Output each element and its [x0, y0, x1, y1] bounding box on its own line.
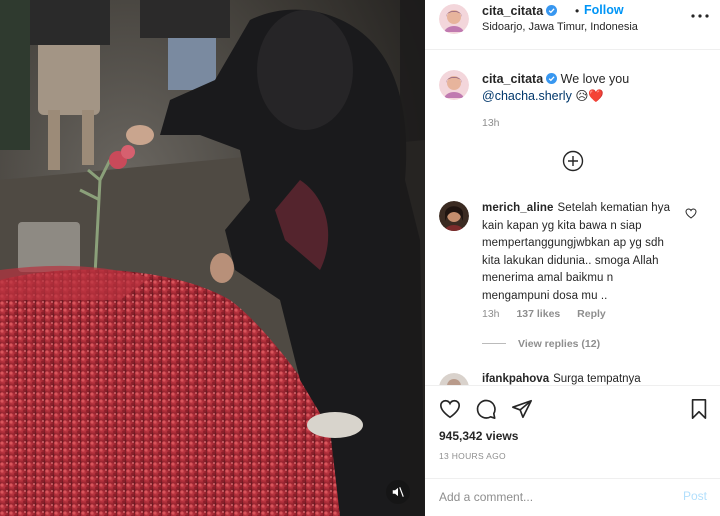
- caption-username[interactable]: cita_citata: [482, 72, 543, 86]
- share-icon[interactable]: [511, 398, 533, 420]
- post-header: cita_citata • Follow Sidoarjo, Jawa Timu…: [425, 0, 720, 50]
- caption-emoji: 😥❤️: [575, 89, 604, 103]
- location-link[interactable]: Sidoarjo, Jawa Timur, Indonesia: [482, 21, 638, 33]
- add-comment-input[interactable]: [439, 485, 664, 509]
- post-comment-button[interactable]: Post: [683, 489, 707, 503]
- caption-mention[interactable]: @chacha.sherly: [482, 89, 572, 103]
- post-username[interactable]: cita_citata: [482, 4, 543, 18]
- separator-dot: •: [575, 4, 580, 18]
- avatar[interactable]: [439, 70, 469, 100]
- reply-button[interactable]: Reply: [577, 308, 606, 320]
- avatar[interactable]: [439, 201, 469, 231]
- comment-text: merich_aline Setelah kematian hya kain ka…: [482, 200, 682, 305]
- avatar[interactable]: [439, 373, 469, 385]
- comment-icon[interactable]: [475, 398, 497, 420]
- caption-text: cita_citata We love you @chacha.sherly 😥…: [482, 71, 707, 105]
- replies-divider: [482, 343, 506, 344]
- view-replies-label: View replies (12): [518, 338, 601, 350]
- comment-timestamp: 13h: [482, 308, 500, 320]
- video-frame-image: [0, 0, 425, 516]
- heart-icon[interactable]: [685, 208, 697, 219]
- comment-body: Setelah kematian hya kain kapan yg kita …: [482, 202, 671, 302]
- post-sidebar: cita_citata • Follow Sidoarjo, Jawa Timu…: [425, 0, 720, 516]
- comment-likes-link[interactable]: 137 likes: [516, 308, 560, 320]
- verified-badge-icon: [546, 73, 558, 84]
- comment-item: ifankpahova Surga tempatnya: [425, 372, 720, 385]
- muted-speaker-icon: [392, 487, 404, 497]
- heart-icon[interactable]: [439, 398, 461, 420]
- post-timestamp: 13 HOURS AGO: [439, 451, 506, 461]
- comment-composer: Post: [425, 478, 720, 516]
- verified-badge-icon: [546, 5, 558, 16]
- comment-username[interactable]: ifankpahova: [482, 373, 549, 385]
- view-count[interactable]: 945,342 views: [439, 429, 518, 443]
- plus-circle-icon[interactable]: [562, 150, 584, 172]
- caption-body: We love you: [560, 72, 630, 86]
- comment-username[interactable]: merich_aline: [482, 202, 554, 214]
- comment-meta: 13h 137 likes Reply: [482, 308, 620, 320]
- post-actions: 945,342 views 13 HOURS AGO Post: [425, 385, 720, 516]
- caption-timestamp: 13h: [482, 117, 500, 129]
- view-replies-button[interactable]: View replies (12): [482, 338, 600, 350]
- post-video[interactable]: [0, 0, 425, 516]
- avatar[interactable]: [439, 4, 469, 34]
- comment-text: ifankpahova Surga tempatnya: [482, 373, 641, 385]
- more-icon[interactable]: [691, 10, 709, 22]
- bookmark-icon[interactable]: [688, 398, 710, 420]
- comment-body: Surga tempatnya: [553, 373, 641, 385]
- follow-button[interactable]: Follow: [584, 3, 624, 17]
- mute-button[interactable]: [386, 480, 410, 504]
